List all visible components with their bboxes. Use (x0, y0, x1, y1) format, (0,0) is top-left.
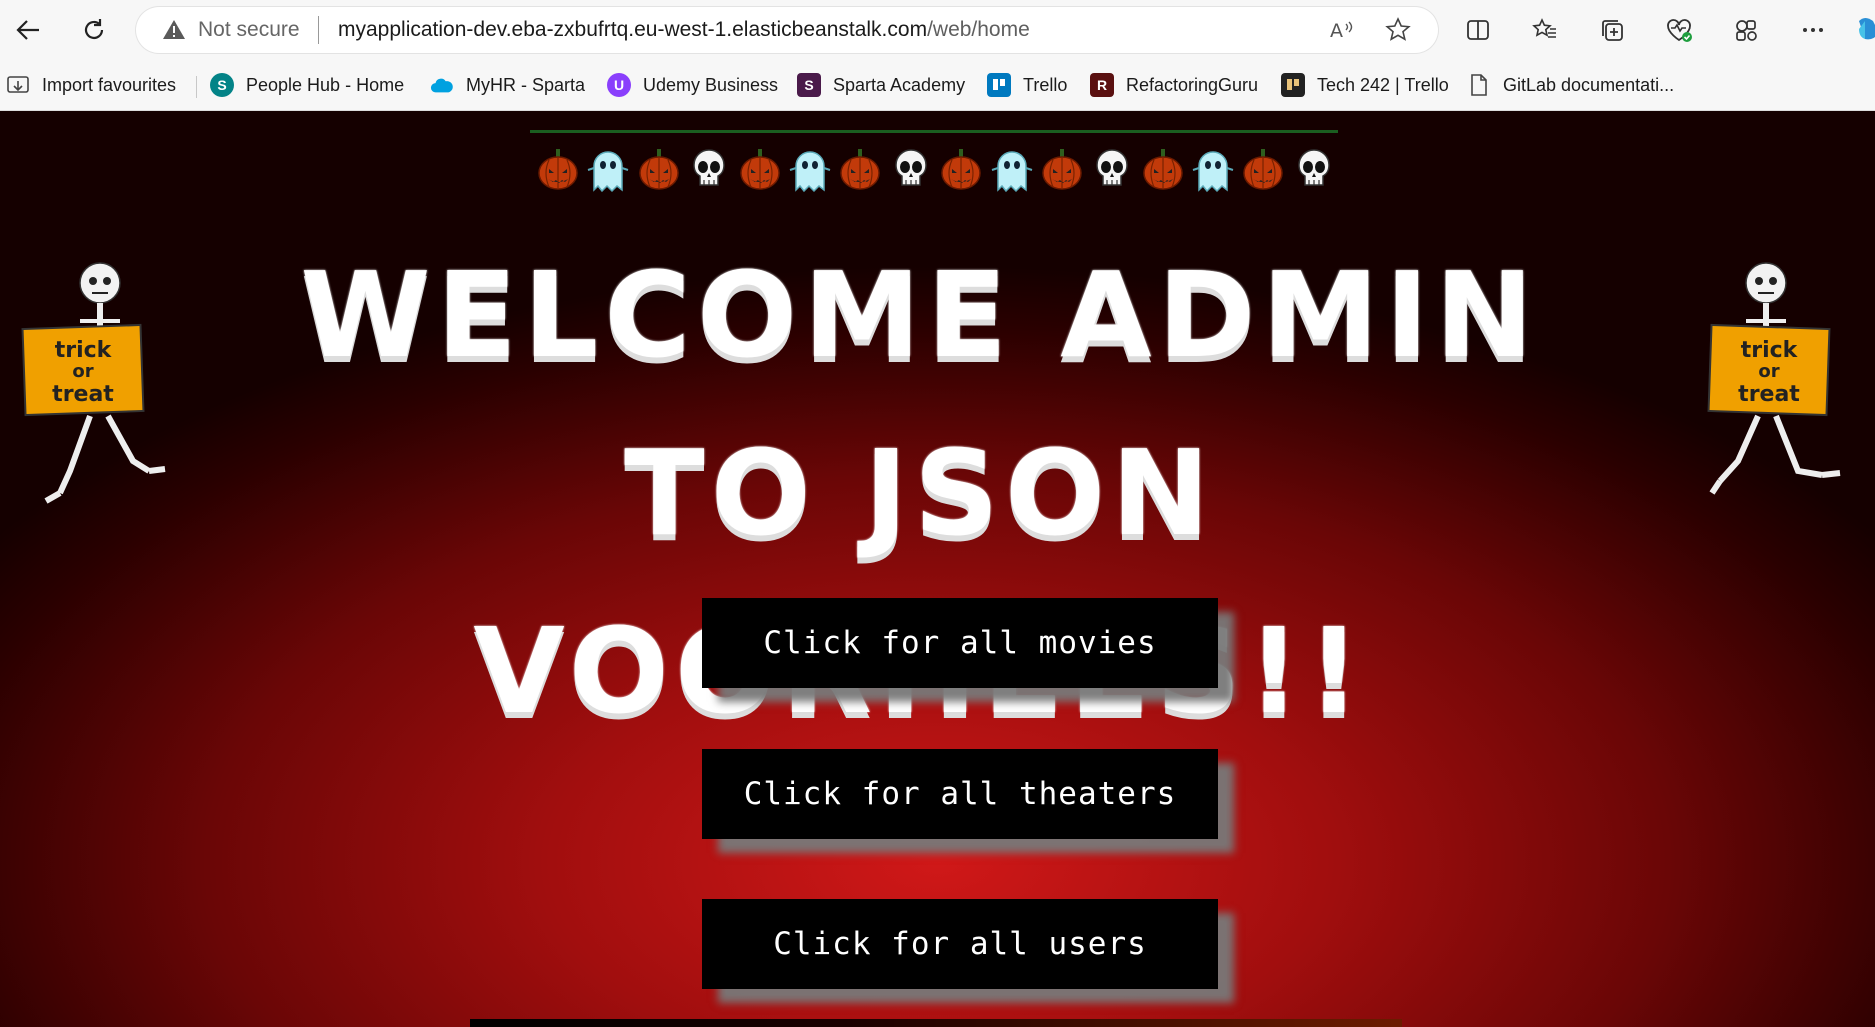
pumpkin-icon (1141, 143, 1185, 195)
pumpkin-icon (939, 143, 983, 195)
bookmark-gitlab-docs[interactable]: GitLab documentati... (1467, 70, 1674, 100)
svg-text:treat: treat (52, 382, 114, 407)
copilot-icon[interactable] (1850, 12, 1875, 48)
more-icon[interactable] (1795, 12, 1831, 48)
pumpkin-icon (637, 143, 681, 195)
bookmark-label: Udemy Business (643, 74, 779, 95)
bookmark-refactoringguru[interactable]: R RefactoringGuru (1090, 70, 1258, 100)
svg-text:A: A (1330, 20, 1343, 42)
refresh-icon[interactable] (76, 12, 112, 48)
bookmark-label: GitLab documentati... (1503, 74, 1675, 95)
skull-icon (889, 143, 933, 195)
bookmark-people-hub[interactable]: S People Hub - Home (210, 70, 404, 100)
url-text[interactable]: myapplication-dev.eba-zxbufrtq.eu-west-1… (338, 18, 1030, 42)
halloween-page: trick or treat trick or treat WELCOME AD… (0, 111, 1875, 1027)
skull-icon (1090, 143, 1134, 195)
url-host: myapplication-dev.eba-zxbufrtq.eu-west-1… (338, 18, 928, 41)
svg-text:or: or (72, 361, 93, 382)
ghost-icon (586, 143, 630, 195)
ghost-icon (788, 143, 832, 195)
bookmark-label: Import favourites (42, 74, 177, 95)
svg-text:trick: trick (1741, 338, 1799, 363)
favorite-star-icon[interactable] (1384, 16, 1412, 44)
security-label[interactable]: Not secure (198, 18, 300, 42)
pumpkin-icon (738, 143, 782, 195)
all-movies-button[interactable]: Click for all movies (702, 598, 1218, 688)
refactoringguru-icon: R (1090, 73, 1114, 97)
read-aloud-icon[interactable]: A (1328, 16, 1356, 44)
document-icon (1467, 73, 1491, 97)
trello-icon (987, 73, 1011, 97)
bottom-element-partial (470, 1019, 1402, 1027)
all-theaters-button[interactable]: Click for all theaters (702, 749, 1218, 839)
extensions-icon[interactable] (1728, 12, 1764, 48)
sharepoint-icon: S (210, 73, 234, 97)
trello-board-icon (1281, 73, 1305, 97)
address-bar[interactable]: Not secure myapplication-dev.eba-zxbufrt… (136, 7, 1438, 53)
salesforce-cloud-icon (430, 73, 454, 97)
bookmark-myhr-sparta[interactable]: MyHR - Sparta (430, 70, 585, 100)
bookmark-label: MyHR - Sparta (466, 74, 586, 95)
favorites-icon[interactable] (1527, 12, 1563, 48)
browser-toolbar: Not secure myapplication-dev.eba-zxbufrt… (0, 0, 1875, 60)
svg-text:or: or (1758, 361, 1779, 382)
import-icon (6, 73, 30, 97)
pumpkin-icon (838, 143, 882, 195)
back-icon[interactable] (10, 12, 46, 48)
halloween-garland (536, 139, 1336, 199)
all-users-button[interactable]: Click for all users (702, 899, 1218, 989)
sparta-icon: S (797, 73, 821, 97)
skeleton-trick-or-treat-left: trick or treat (21, 262, 166, 504)
bookmark-label: Sparta Academy (833, 74, 966, 95)
skull-icon (1292, 143, 1336, 195)
bookmark-label: Trello (1023, 74, 1068, 95)
bookmark-tech242-trello[interactable]: Tech 242 | Trello (1281, 70, 1449, 100)
bookmark-divider (196, 76, 197, 98)
bookmark-sparta-academy[interactable]: S Sparta Academy (797, 70, 965, 100)
collections-icon[interactable] (1594, 12, 1630, 48)
bookmark-import-favourites[interactable]: Import favourites (6, 70, 176, 100)
ghost-icon (1191, 143, 1235, 195)
skeleton-trick-or-treat-right: trick or treat (1707, 262, 1841, 495)
pumpkin-icon (1040, 143, 1084, 195)
address-divider (318, 16, 319, 44)
bookmark-label: People Hub - Home (246, 74, 405, 95)
svg-text:treat: treat (1738, 382, 1800, 407)
sign-text-left: trick (55, 338, 113, 363)
ghost-icon (990, 143, 1034, 195)
bookmark-label: RefactoringGuru (1126, 74, 1259, 95)
favorites-bar: Import favourites S People Hub - Home My… (0, 60, 1875, 111)
bookmark-trello[interactable]: Trello (987, 70, 1067, 100)
pumpkin-icon (536, 143, 580, 195)
bookmark-udemy-business[interactable]: U Udemy Business (607, 70, 778, 100)
pumpkin-icon (1241, 143, 1285, 195)
bookmark-label: Tech 242 | Trello (1317, 74, 1449, 95)
udemy-icon: U (607, 73, 631, 97)
split-screen-icon[interactable] (1460, 12, 1496, 48)
url-path: /web/home (927, 18, 1030, 41)
garland-string (530, 130, 1338, 133)
skull-icon (687, 143, 731, 195)
browser-essentials-icon[interactable] (1661, 12, 1697, 48)
warning-icon[interactable] (162, 18, 186, 42)
